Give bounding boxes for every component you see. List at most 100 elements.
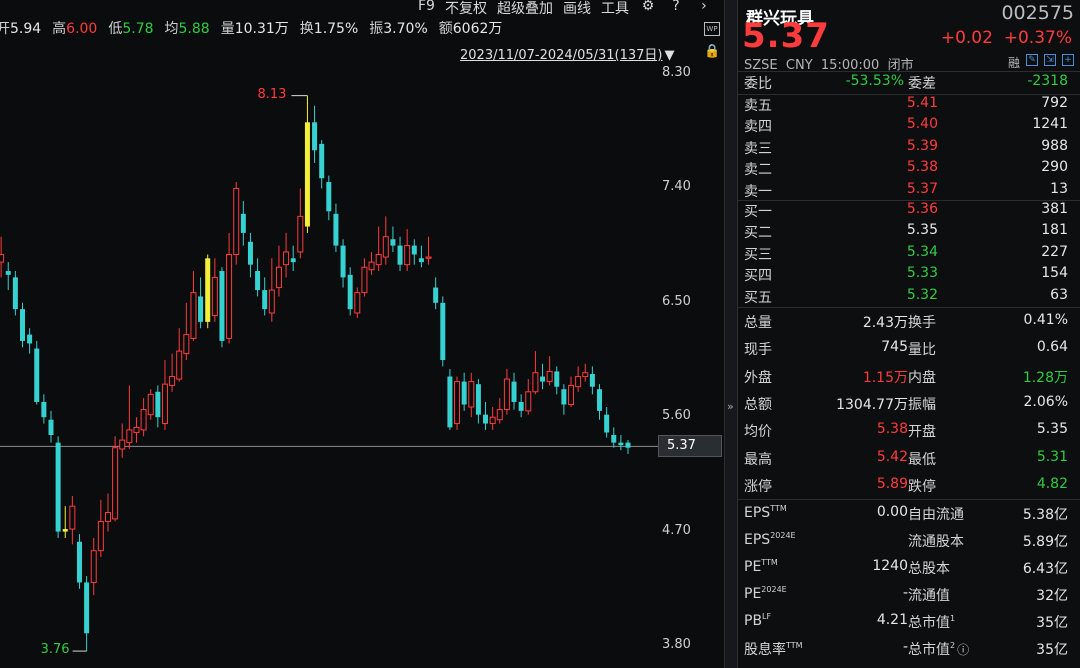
candle[interactable] <box>226 232 233 344</box>
candle[interactable] <box>290 245 296 272</box>
candle[interactable] <box>461 372 467 411</box>
candle[interactable] <box>575 366 582 392</box>
candle[interactable] <box>546 356 553 386</box>
bid-row[interactable]: 买四 5.33 154 <box>738 265 1080 286</box>
candle[interactable] <box>112 436 119 522</box>
candle[interactable] <box>119 423 126 458</box>
ask-row[interactable]: 卖三 5.39 988 <box>738 138 1080 159</box>
candle[interactable] <box>304 95 310 233</box>
candle[interactable] <box>625 440 631 455</box>
add-icon[interactable]: + <box>1062 54 1074 66</box>
draw-line-button[interactable]: 画线 <box>563 0 591 18</box>
ask-row[interactable]: 卖四 5.40 1241 <box>738 116 1080 137</box>
candle[interactable] <box>483 401 489 430</box>
candle[interactable] <box>554 366 560 395</box>
candle[interactable] <box>319 140 325 189</box>
candle[interactable] <box>532 351 539 395</box>
candle[interactable] <box>147 389 154 420</box>
candle[interactable] <box>568 376 575 408</box>
candle[interactable] <box>297 188 304 259</box>
candle[interactable] <box>55 436 61 538</box>
bid-row[interactable]: 买五 5.32 63 <box>738 287 1080 308</box>
candle[interactable] <box>19 302 25 348</box>
candle[interactable] <box>211 258 218 322</box>
candle[interactable] <box>41 394 47 424</box>
candle[interactable] <box>597 384 603 420</box>
candle[interactable] <box>397 236 403 272</box>
candle[interactable] <box>440 296 446 367</box>
candle[interactable] <box>126 385 133 449</box>
candle[interactable] <box>161 360 168 430</box>
candle[interactable] <box>97 499 104 558</box>
candle[interactable] <box>48 410 54 443</box>
candle[interactable] <box>503 368 510 415</box>
candle[interactable] <box>561 384 567 415</box>
ask-row[interactable]: 卖二 5.38 290 <box>738 159 1080 180</box>
candle[interactable] <box>12 271 18 316</box>
candle[interactable] <box>0 236 5 278</box>
candle[interactable] <box>333 203 339 252</box>
candle[interactable] <box>382 216 389 265</box>
candle[interactable] <box>27 328 33 354</box>
candle[interactable] <box>418 245 424 268</box>
candle[interactable] <box>433 277 439 310</box>
candle[interactable] <box>312 105 318 163</box>
candle[interactable] <box>518 394 524 418</box>
candle[interactable] <box>447 368 453 430</box>
candle[interactable] <box>183 302 190 360</box>
candle[interactable] <box>247 232 253 278</box>
candle[interactable] <box>275 245 282 297</box>
candle[interactable] <box>340 239 346 288</box>
bid-row[interactable]: 买三 5.34 227 <box>738 244 1080 265</box>
candle[interactable] <box>104 493 111 532</box>
candle[interactable] <box>525 379 532 415</box>
candle[interactable] <box>255 258 261 297</box>
candle[interactable] <box>262 277 268 316</box>
candle[interactable] <box>198 277 204 329</box>
candle[interactable] <box>354 287 361 319</box>
f9-button[interactable]: F9 <box>418 0 435 18</box>
candle[interactable] <box>169 353 176 392</box>
wp-badge-icon[interactable]: WP <box>704 22 720 36</box>
unadjusted-button[interactable]: 不复权 <box>445 0 487 18</box>
candle[interactable] <box>205 254 211 329</box>
candle[interactable] <box>34 340 40 405</box>
candle[interactable] <box>425 236 432 265</box>
candle[interactable] <box>618 434 624 451</box>
collapse-arrow-icon[interactable]: » <box>727 400 734 413</box>
candle[interactable] <box>589 366 595 395</box>
candle[interactable] <box>611 427 617 448</box>
candle[interactable] <box>540 363 546 390</box>
candle[interactable] <box>489 407 496 430</box>
candle[interactable] <box>511 372 517 410</box>
candle[interactable] <box>468 372 475 418</box>
tools-button[interactable]: 工具 <box>601 0 629 18</box>
candle[interactable] <box>268 258 275 322</box>
date-range-selector[interactable]: 2023/11/07-2024/05/31(137日) ▼ <box>460 44 675 63</box>
candle[interactable] <box>140 398 147 437</box>
candle[interactable] <box>155 385 161 428</box>
candle[interactable] <box>240 201 246 246</box>
candle[interactable] <box>176 328 183 382</box>
ask-row[interactable]: 卖一 5.37 13 <box>738 181 1080 202</box>
ask-row[interactable]: 卖五 5.41 792 <box>738 95 1080 116</box>
candle[interactable] <box>347 267 353 316</box>
candle[interactable] <box>411 239 417 265</box>
candle[interactable] <box>76 534 82 589</box>
candle[interactable] <box>582 363 589 382</box>
edit-icon[interactable]: ✎ <box>1026 54 1038 66</box>
candle[interactable] <box>233 182 240 265</box>
gear-icon[interactable]: ⚙ <box>639 0 657 18</box>
info-icon[interactable]: ⓘ <box>957 643 969 657</box>
candle[interactable] <box>219 267 225 348</box>
candle[interactable] <box>375 226 382 272</box>
super-overlay-button[interactable]: 超级叠加 <box>497 0 553 18</box>
help-icon[interactable]: ? <box>667 0 685 18</box>
candle[interactable] <box>368 251 375 275</box>
candle[interactable] <box>454 376 461 430</box>
candle[interactable] <box>404 229 411 272</box>
candle[interactable] <box>604 407 610 438</box>
expand-icon[interactable]: ⇲ <box>1044 54 1056 66</box>
candle[interactable] <box>90 537 97 596</box>
lock-icon[interactable]: 🔒 <box>704 44 720 59</box>
